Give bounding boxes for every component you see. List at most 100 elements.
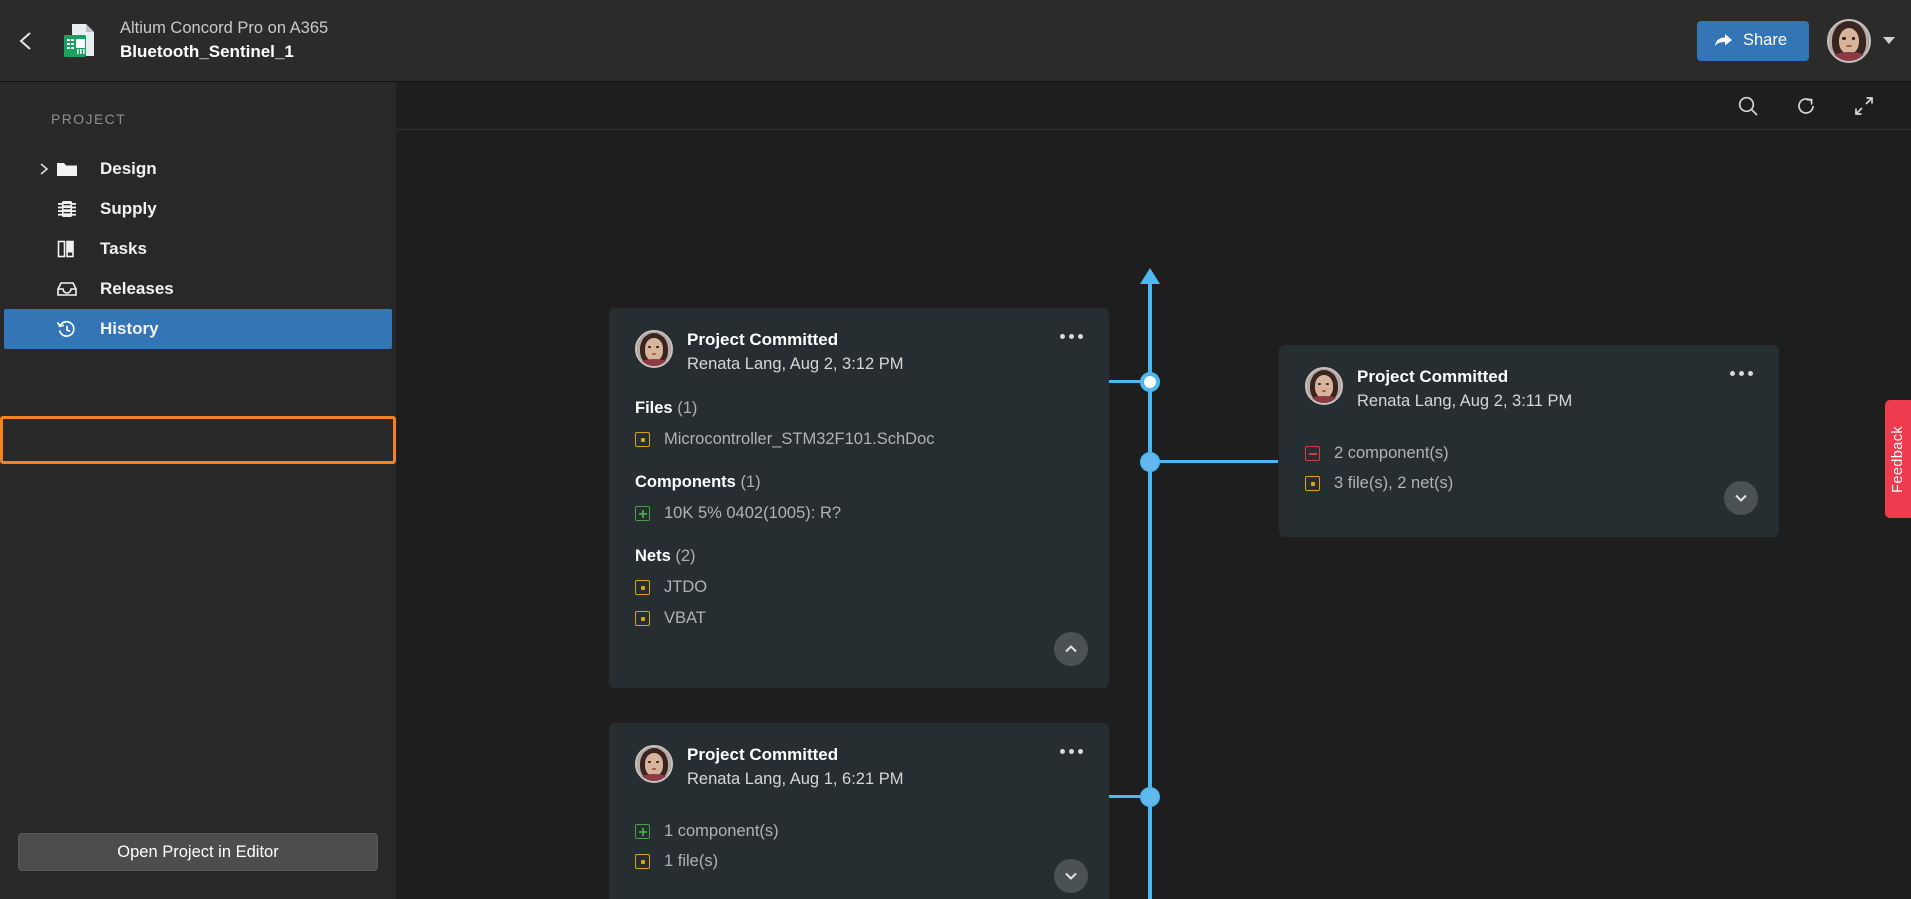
summary-label: 1 file(s) <box>664 852 719 870</box>
added-square-icon <box>635 824 650 839</box>
card-meta: Renata Lang, Aug 1, 6:21 PM <box>687 770 904 788</box>
sidebar-item-history[interactable]: History <box>4 309 392 349</box>
card-header: Project Committed Renata Lang, Aug 2, 3:… <box>635 330 1083 375</box>
feedback-tab[interactable]: Feedback <box>1885 400 1911 518</box>
history-card[interactable]: Project Committed Renata Lang, Aug 1, 6:… <box>609 723 1109 899</box>
avatar[interactable] <box>1827 18 1871 63</box>
chevron-up-icon <box>1065 645 1077 653</box>
open-project-in-editor-button[interactable]: Open Project in Editor <box>18 833 378 871</box>
change-row[interactable]: VBAT <box>635 609 1083 628</box>
share-arrow-icon <box>1714 33 1732 46</box>
change-row[interactable]: 10K 5% 0402(1005): R? <box>635 504 1083 523</box>
sidebar-item-label: Supply <box>100 199 157 218</box>
modified-square-icon <box>635 580 650 595</box>
history-highlight-box <box>0 416 396 464</box>
avatar <box>635 745 673 783</box>
sidebar-item-design[interactable]: Design <box>4 149 392 189</box>
history-clock-icon <box>56 319 90 339</box>
sidebar-item-releases[interactable]: Releases <box>4 269 392 309</box>
change-label: VBAT <box>664 609 706 627</box>
inbox-icon <box>56 280 90 298</box>
chevron-down-icon <box>1065 872 1077 880</box>
top-bar-actions: Share <box>1696 18 1911 63</box>
sidebar-heading: PROJECT <box>51 111 127 127</box>
history-card[interactable]: Project Committed Renata Lang, Aug 2, 3:… <box>609 308 1109 688</box>
card-header: Project Committed Renata Lang, Aug 2, 3:… <box>1305 367 1753 412</box>
timeline-node[interactable] <box>1140 787 1160 807</box>
summary-label: 1 component(s) <box>664 822 779 840</box>
section-name: Files <box>635 399 673 417</box>
card-title: Project Committed <box>687 745 839 764</box>
sidebar-item-label: Releases <box>100 279 174 298</box>
caret-down-icon[interactable] <box>1883 37 1895 44</box>
change-label: 10K 5% 0402(1005): R? <box>664 504 842 522</box>
change-row[interactable]: JTDO <box>635 578 1083 597</box>
sidebar-item-supply[interactable]: Supply <box>4 189 392 229</box>
folder-icon <box>56 160 90 178</box>
expand-card-button[interactable] <box>1054 859 1088 893</box>
added-square-icon <box>635 506 650 521</box>
kebab-menu-icon[interactable] <box>1730 371 1753 376</box>
removed-square-icon <box>1305 446 1320 461</box>
modified-square-icon <box>635 611 650 626</box>
summary-label: 2 component(s) <box>1334 444 1449 462</box>
timeline-node-current[interactable] <box>1140 372 1160 392</box>
collapse-card-button[interactable] <box>1054 632 1088 666</box>
card-header-text: Project Committed Renata Lang, Aug 2, 3:… <box>1357 367 1572 412</box>
section-heading: Nets (2) <box>635 547 1083 566</box>
summary-row: 2 component(s) <box>1305 444 1753 463</box>
expand-card-button[interactable] <box>1724 481 1758 515</box>
section-name: Nets <box>635 547 671 565</box>
share-label: Share <box>1742 31 1787 49</box>
chevron-down-icon <box>1735 494 1747 502</box>
section-count: (1) <box>740 473 761 491</box>
card-header-text: Project Committed Renata Lang, Aug 2, 3:… <box>687 330 904 375</box>
feedback-label: Feedback <box>1890 425 1906 493</box>
section-count: (1) <box>677 399 698 417</box>
section-name: Components <box>635 473 736 491</box>
top-bar: Altium Concord Pro on A365 Bluetooth_Sen… <box>0 0 1911 82</box>
pcb-document-icon <box>58 19 102 63</box>
summary-label: 3 file(s), 2 net(s) <box>1334 474 1454 492</box>
card-meta: Renata Lang, Aug 2, 3:12 PM <box>687 355 904 373</box>
columns-icon <box>56 239 90 259</box>
expand-icon[interactable] <box>1853 95 1875 117</box>
timeline-node[interactable] <box>1140 452 1160 472</box>
change-row[interactable]: Microcontroller_STM32F101.SchDoc <box>635 430 1083 449</box>
history-timeline: Project Committed Renata Lang, Aug 2, 3:… <box>396 130 1911 899</box>
modified-square-icon <box>635 854 650 869</box>
content-area: Project Committed Renata Lang, Aug 2, 3:… <box>396 82 1911 899</box>
share-button[interactable]: Share <box>1696 20 1809 61</box>
card-header: Project Committed Renata Lang, Aug 1, 6:… <box>635 745 1083 790</box>
project-title-block: Altium Concord Pro on A365 Bluetooth_Sen… <box>120 18 328 63</box>
timeline-connector <box>1150 460 1278 463</box>
avatar <box>635 330 673 368</box>
chip-icon <box>56 199 90 219</box>
sidebar-item-tasks[interactable]: Tasks <box>4 229 392 269</box>
chevron-right-icon[interactable] <box>32 162 56 176</box>
change-label: JTDO <box>664 578 708 596</box>
back-button[interactable] <box>0 0 52 82</box>
summary-row: 1 file(s) <box>635 852 1083 871</box>
sidebar-item-label: History <box>100 319 159 338</box>
section-count: (2) <box>675 547 696 565</box>
card-meta: Renata Lang, Aug 2, 3:11 PM <box>1357 392 1573 410</box>
content-toolbar <box>396 82 1911 130</box>
workspace-name: Altium Concord Pro on A365 <box>120 19 329 37</box>
refresh-icon[interactable] <box>1795 95 1817 117</box>
avatar <box>1305 367 1343 405</box>
history-card[interactable]: Project Committed Renata Lang, Aug 2, 3:… <box>1279 345 1779 537</box>
modified-square-icon <box>1305 476 1320 491</box>
sidebar: PROJECT Design Supply Tasks Releases His… <box>0 82 396 899</box>
card-header-text: Project Committed Renata Lang, Aug 1, 6:… <box>687 745 904 790</box>
kebab-menu-icon[interactable] <box>1060 749 1083 754</box>
modified-square-icon <box>635 432 650 447</box>
search-icon[interactable] <box>1737 95 1759 117</box>
sidebar-item-label: Design <box>100 159 157 178</box>
page-title: Bluetooth_Sentinel_1 <box>120 42 294 61</box>
kebab-menu-icon[interactable] <box>1060 334 1083 339</box>
summary-row: 3 file(s), 2 net(s) <box>1305 474 1753 493</box>
section-heading: Files (1) <box>635 399 1083 418</box>
change-label: Microcontroller_STM32F101.SchDoc <box>664 430 935 448</box>
sidebar-nav: Design Supply Tasks Releases History <box>0 149 396 349</box>
